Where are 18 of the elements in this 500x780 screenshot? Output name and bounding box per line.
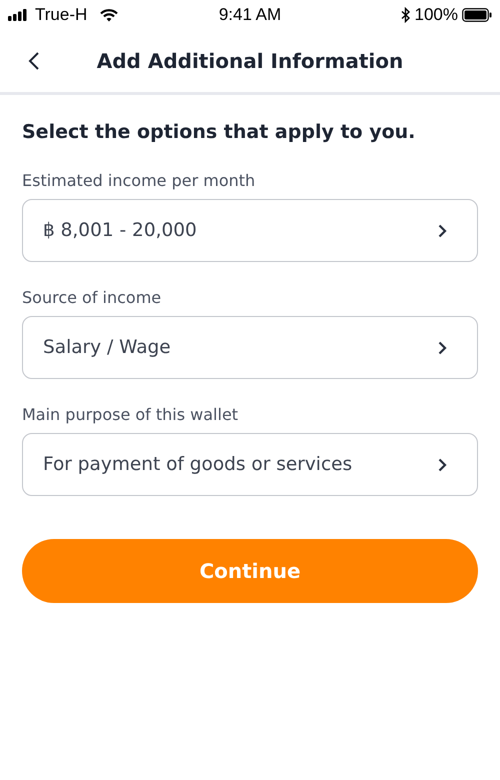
instruction-heading: Select the options that apply to you. [22,121,416,143]
battery-percent: 100% [414,5,458,25]
field-label: Source of income [22,288,162,307]
chevron-icon [438,224,447,238]
battery-icon [462,8,492,22]
status-time: 9:41 AM [218,5,282,25]
back-button[interactable] [28,51,40,71]
select-field[interactable]: For payment of goods or services [22,433,478,496]
wifi-icon [100,8,118,22]
select-field[interactable]: ฿ 8,001 - 20,000 [22,199,478,262]
bluetooth-icon [400,7,411,23]
chevron-icon [438,340,447,354]
screen-title: Add Additional Information [96,49,404,73]
chevron-icon [438,458,447,472]
select-field[interactable]: Salary / Wage [22,316,478,379]
field-label: Main purpose of this wallet [22,405,240,424]
field-label: Estimated income per month [22,171,256,190]
carrier-name: True-H [35,5,88,25]
